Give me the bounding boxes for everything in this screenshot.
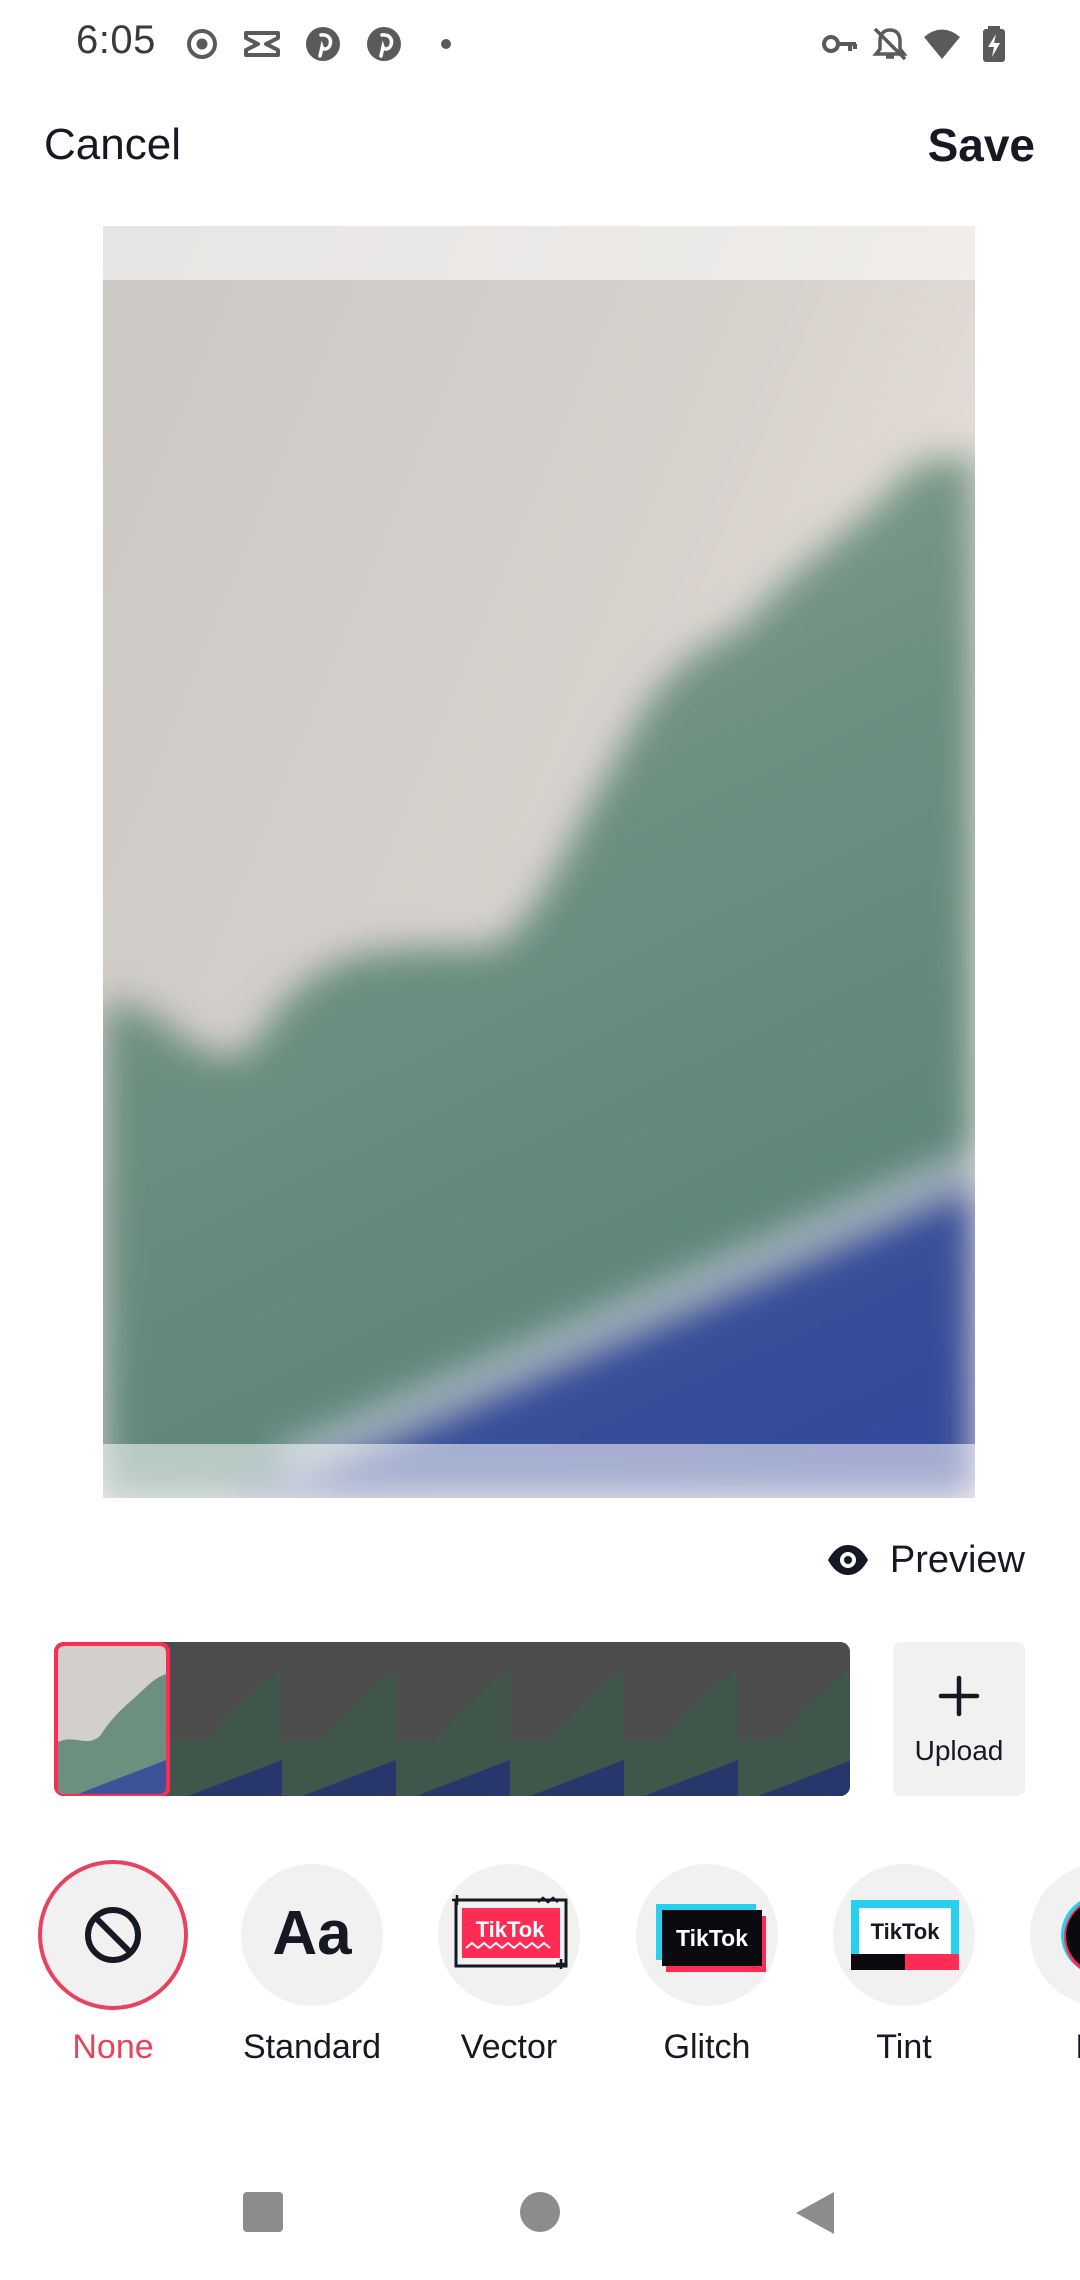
back-triangle-icon[interactable]	[794, 2190, 838, 2241]
style-option-em[interactable]: Em	[1026, 1858, 1080, 2066]
tiktok-logo-icon	[1061, 1900, 1080, 1970]
svg-text:TikTok: TikTok	[871, 1919, 941, 1944]
style-chip: Aa	[241, 1864, 383, 2006]
pinterest-icon	[303, 24, 343, 64]
style-option-vector[interactable]: TikTok Vector	[434, 1858, 584, 2066]
upload-label: Upload	[914, 1735, 1004, 1766]
battery-charging-icon	[974, 24, 1014, 64]
style-chip: TikTok	[636, 1864, 778, 2006]
pinterest-icon	[364, 24, 404, 64]
svg-text:TikTok: TikTok	[476, 1917, 546, 1942]
frame-strip[interactable]	[54, 1642, 850, 1796]
tiktok-tint-icon: TikTok	[851, 1900, 959, 1970]
bell-off-icon	[870, 24, 910, 64]
upload-button[interactable]: Upload	[893, 1642, 1025, 1796]
style-chip	[1030, 1864, 1080, 2006]
frame-thumb[interactable]	[510, 1642, 624, 1796]
preview-toggle[interactable]: Preview	[826, 1535, 1025, 1585]
tiktok-glitch-icon: TikTok	[656, 1904, 766, 1972]
plus-icon	[937, 1674, 981, 1718]
frame-thumb[interactable]	[282, 1642, 396, 1796]
aa-text-icon: Aa	[272, 1899, 352, 1968]
home-circle-icon[interactable]	[518, 2190, 562, 2239]
capcut-icon	[242, 24, 282, 64]
top-bar: Cancel Save	[0, 110, 1080, 190]
recents-square-icon[interactable]	[241, 2190, 285, 2239]
frame-thumb[interactable]	[738, 1642, 850, 1796]
preview-label: Preview	[889, 1538, 1025, 1581]
style-label: None	[72, 2028, 154, 2066]
save-button[interactable]: Save	[928, 118, 1035, 172]
style-option-none[interactable]: None	[38, 1858, 188, 2066]
eye-icon	[826, 1538, 870, 1582]
tiktok-vector-icon: TikTok	[452, 1895, 568, 1969]
wifi-icon	[922, 24, 962, 64]
style-chip: TikTok	[833, 1864, 975, 2006]
style-label: Glitch	[663, 2028, 751, 2066]
cancel-button[interactable]: Cancel	[44, 120, 181, 170]
frame-thumb[interactable]	[396, 1642, 510, 1796]
style-label: Em	[1006, 2028, 1080, 2067]
frame-thumb[interactable]	[624, 1642, 738, 1796]
style-chip: TikTok	[438, 1864, 580, 2006]
none-icon	[85, 1907, 141, 1963]
selected-frame-thumb[interactable]	[54, 1642, 170, 1796]
style-option-tint[interactable]: TikTok Tint	[829, 1858, 979, 2066]
vpn-key-icon	[820, 24, 860, 64]
svg-text:TikTok: TikTok	[676, 1925, 748, 1951]
dot-icon	[426, 24, 466, 64]
system-nav-bar	[0, 2160, 1080, 2280]
style-label: Standard	[243, 2028, 381, 2066]
svg-text:Aa: Aa	[272, 1899, 352, 1968]
record-icon	[182, 24, 222, 64]
frame-thumb[interactable]	[168, 1642, 282, 1796]
cover-editor-screen: 6:05 Cancel Save Preview Upload None Aa …	[0, 0, 1080, 2280]
style-option-standard[interactable]: Aa Standard	[237, 1858, 387, 2066]
status-bar: 6:05	[0, 0, 1080, 90]
status-time: 6:05	[76, 18, 156, 62]
cover-preview-image	[103, 226, 975, 1498]
style-label: Vector	[460, 2028, 558, 2066]
style-option-glitch[interactable]: TikTok Glitch	[632, 1858, 782, 2066]
style-chip	[38, 1860, 188, 2010]
style-label: Tint	[876, 2028, 932, 2066]
